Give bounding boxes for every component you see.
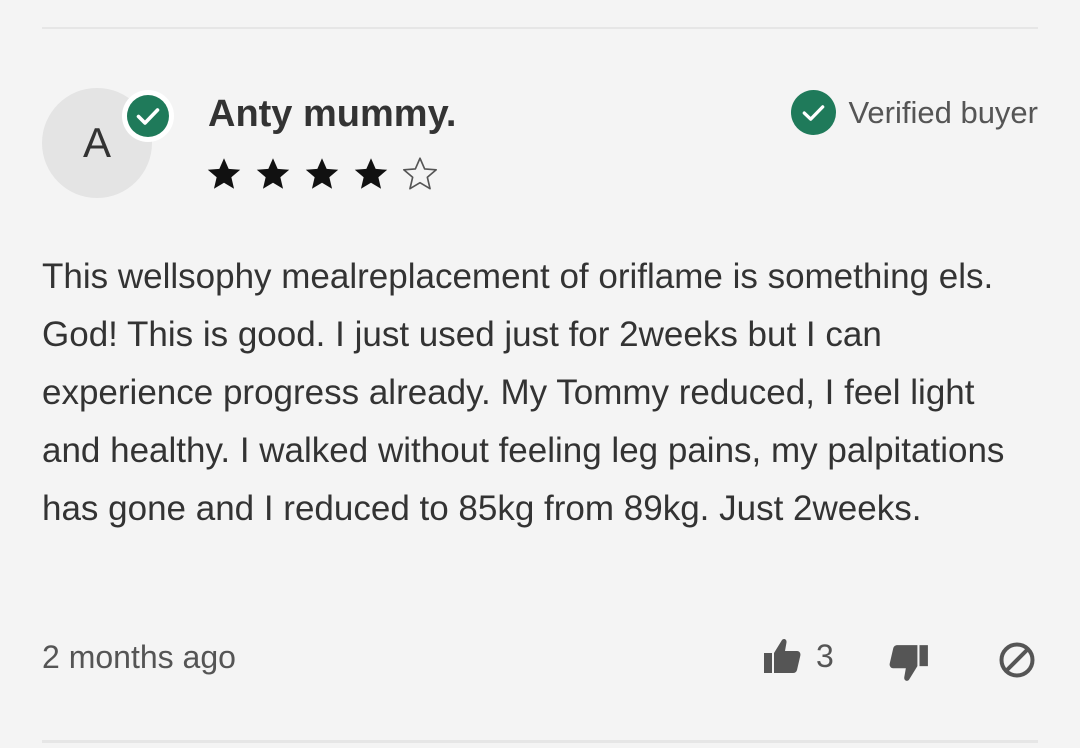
avatar-initial: A [82,119,111,166]
check-circle-icon [791,90,837,135]
top-divider [42,27,1038,29]
block-icon [999,642,1035,678]
review-date: 2 months ago [42,639,236,675]
avatar-verified-badge [122,90,174,142]
helpful-button[interactable]: 3 [762,636,834,676]
not-helpful-button[interactable] [888,642,930,689]
star-outline-icon [402,157,438,190]
report-button[interactable] [997,640,1037,685]
star-filled-icon [207,158,241,189]
star-filled-icon [305,158,339,189]
star-filled-icon [354,158,388,189]
verified-buyer-label: Verified buyer [848,94,1038,130]
thumbs-down-icon [889,645,928,681]
star-filled-icon [256,158,290,189]
helpful-count: 3 [816,637,834,674]
verified-buyer-badge: Verified buyer [791,90,1038,135]
bottom-divider [42,740,1038,743]
check-circle-icon [127,95,169,137]
reviewer-name: Anty mummy. [208,93,457,135]
star-rating [206,155,438,193]
thumbs-up-icon [764,638,801,673]
review-body: This wellsophy mealreplacement of orifla… [42,257,1005,528]
